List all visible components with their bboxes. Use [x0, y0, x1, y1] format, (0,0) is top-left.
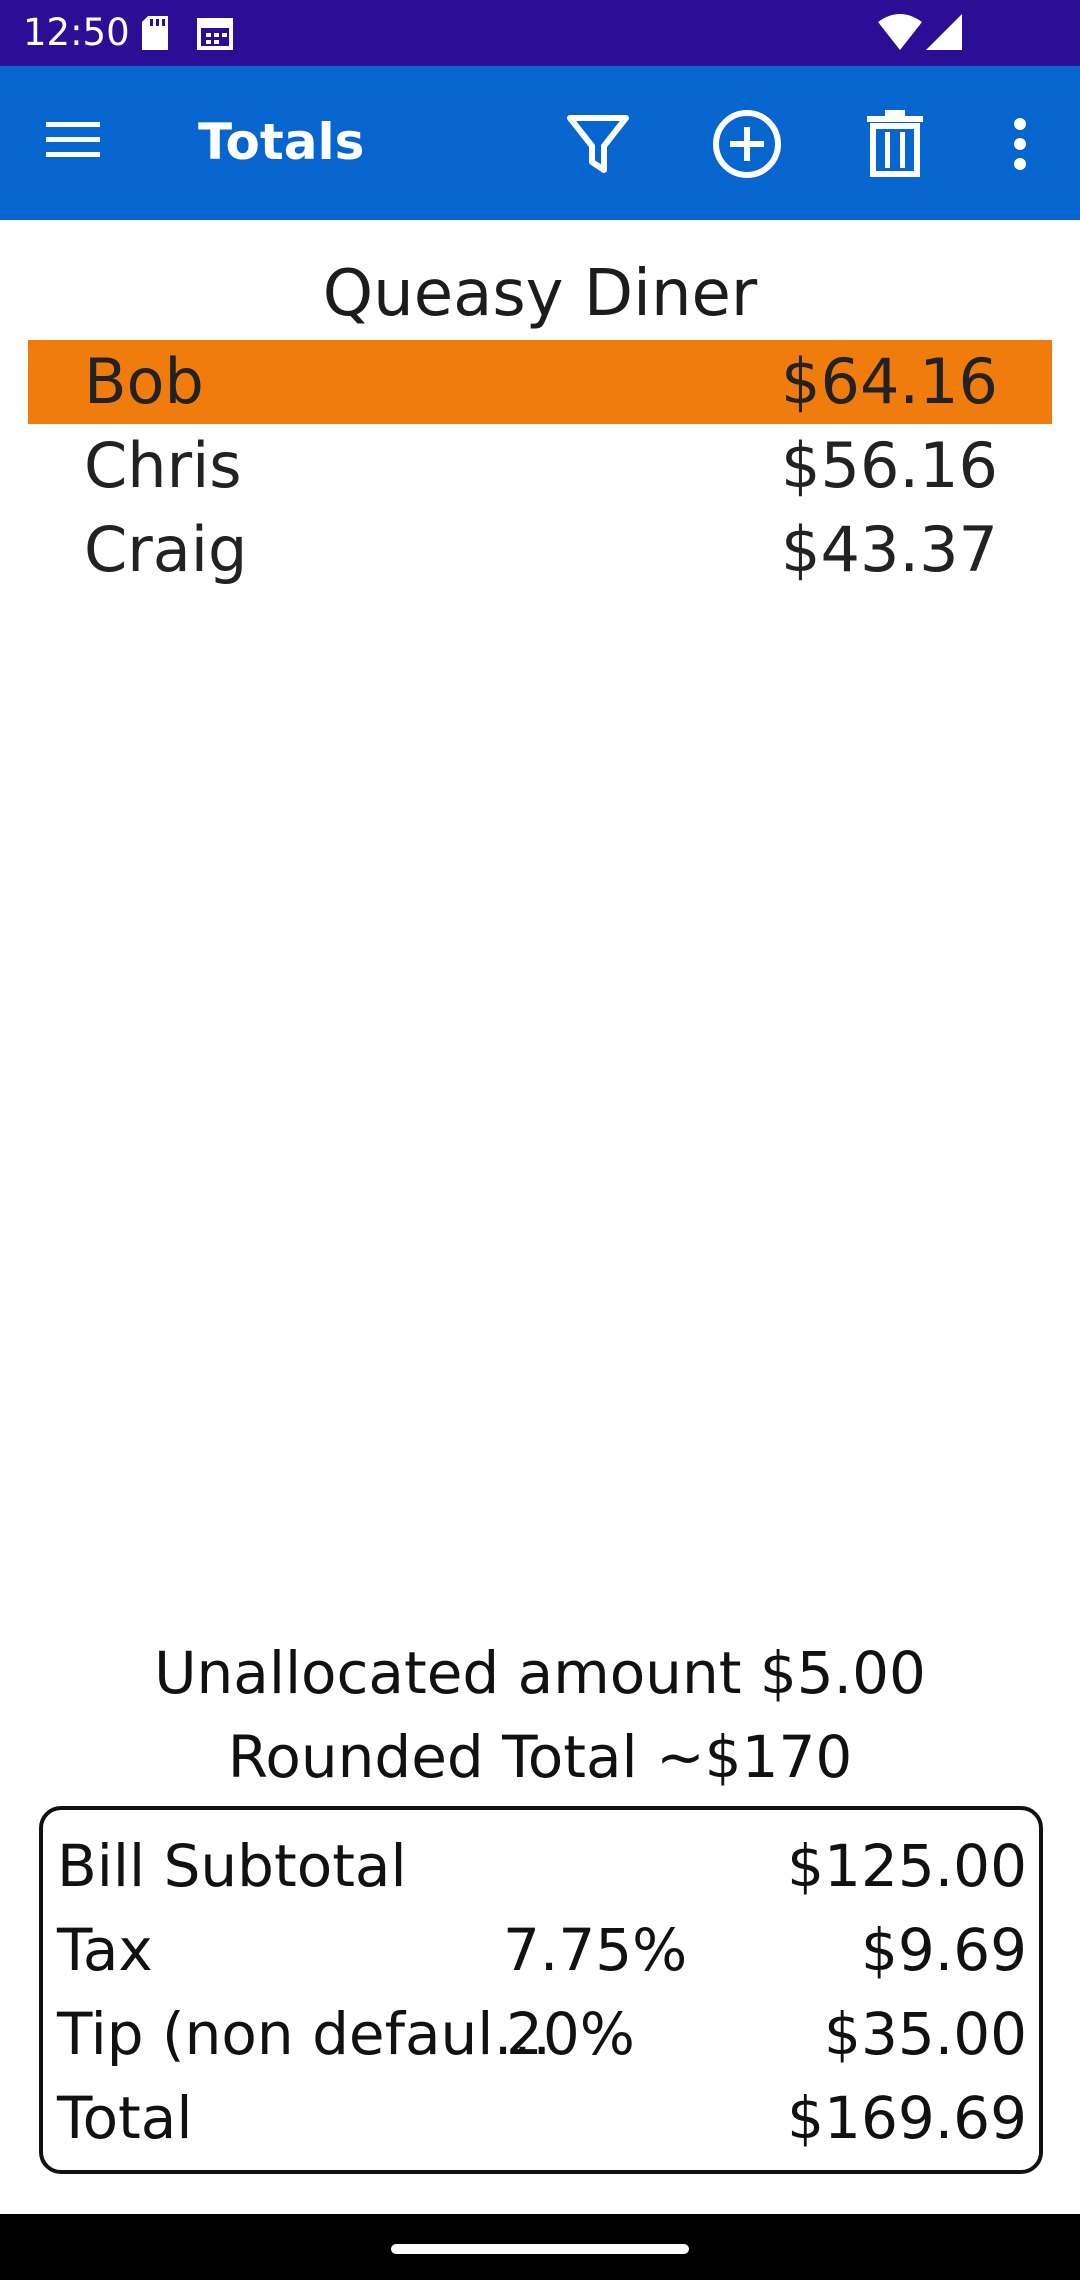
total-row: Total $169.69	[57, 2076, 1027, 2160]
unallocated-amount: Unallocated amount $5.00	[154, 1639, 926, 1707]
bill-subtotal-row: Bill Subtotal $125.00	[57, 1824, 1027, 1908]
person-name: Bob	[84, 345, 204, 418]
add-circle-icon[interactable]	[709, 106, 785, 182]
signal-icon	[926, 14, 962, 54]
bill-subtotal-value: $125.00	[787, 1832, 1027, 1900]
bill-subtotal-label: Bill Subtotal	[57, 1832, 407, 1900]
tax-value: $9.69	[860, 1916, 1027, 1984]
tax-percent: 7.75%	[503, 1916, 688, 1984]
people-list: Bob $64.16 Chris $56.16 Craig $43.37	[28, 340, 1052, 592]
person-amount: $43.37	[781, 513, 998, 586]
more-vert-icon[interactable]	[1000, 106, 1040, 182]
navigation-bar	[0, 2214, 1080, 2280]
home-gesture-handle[interactable]	[391, 2244, 689, 2254]
tip-row: Tip (non defaul… 20% $35.00	[57, 1992, 1027, 2076]
calendar-icon	[197, 16, 233, 54]
bill-summary-box[interactable]: Bill Subtotal $125.00 Tax 7.75% $9.69 Ti…	[39, 1806, 1043, 2174]
person-row-bob[interactable]: Bob $64.16	[28, 340, 1052, 424]
tax-row: Tax 7.75% $9.69	[57, 1908, 1027, 1992]
person-name: Chris	[84, 429, 242, 502]
restaurant-name: Queasy Diner	[322, 257, 758, 331]
rounded-total: Rounded Total ~$170	[227, 1723, 853, 1791]
status-time: 12:50	[23, 11, 130, 54]
tip-label: Tip (non defaul…	[57, 2000, 552, 2068]
person-row-chris[interactable]: Chris $56.16	[28, 424, 1052, 508]
person-name: Craig	[84, 513, 248, 586]
total-value: $169.69	[787, 2084, 1027, 2152]
status-bar: 12:50	[0, 0, 1080, 66]
tax-label: Tax	[57, 1916, 153, 1984]
person-row-craig[interactable]: Craig $43.37	[28, 508, 1052, 592]
tip-percent: 20%	[506, 2000, 635, 2068]
app-bar: Totals	[0, 66, 1080, 220]
sd-card-icon	[140, 16, 170, 54]
tip-value: $35.00	[824, 2000, 1027, 2068]
delete-icon[interactable]	[857, 106, 933, 182]
menu-icon[interactable]	[46, 120, 100, 164]
page-title: Totals	[198, 113, 365, 171]
wifi-icon	[878, 14, 922, 54]
total-label: Total	[57, 2084, 193, 2152]
person-amount: $56.16	[781, 429, 998, 502]
filter-icon[interactable]	[560, 106, 636, 182]
person-amount: $64.16	[781, 345, 998, 418]
